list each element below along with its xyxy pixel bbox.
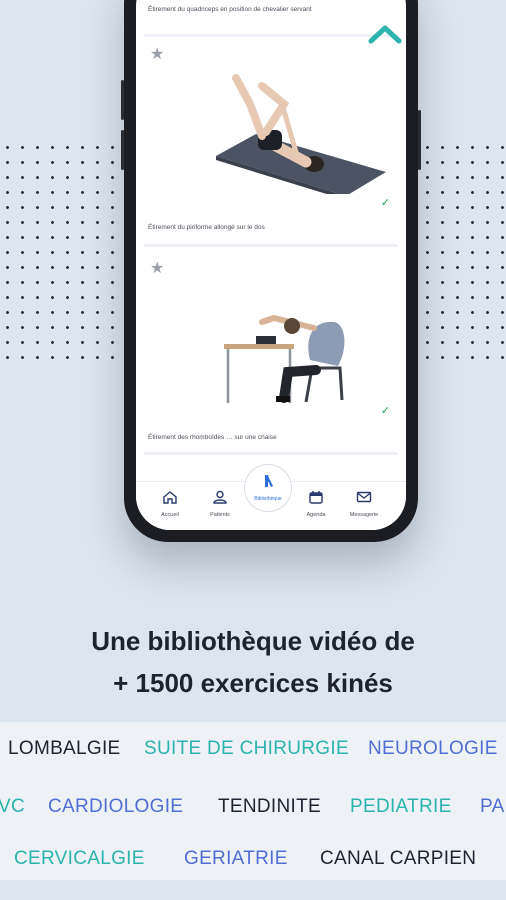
nav-item-agenda[interactable]: Agenda — [296, 490, 336, 518]
tag-suite-de-chirurgie: SUITE DE CHIRURGIE — [144, 738, 349, 759]
tag-cervicalgie: CERVICALGIE — [14, 848, 145, 869]
specialty-tags-band: LOMBALGIE SUITE DE CHIRURGIE NEUROLOGIE … — [0, 722, 506, 880]
tag-partial: PA — [480, 796, 505, 817]
phone-power-button — [418, 110, 421, 170]
tag-geriatrie: GERIATRIE — [184, 848, 288, 869]
tag-lombalgie: LOMBALGIE — [8, 738, 121, 759]
completed-check-icon: ✓ — [380, 197, 390, 209]
exercise-thumbnail — [216, 74, 386, 194]
nav-item-bibliotheque[interactable]: Bibliothèque — [244, 464, 292, 512]
nav-label: Agenda — [306, 512, 326, 518]
dot-pattern-right — [420, 140, 506, 365]
user-icon — [213, 490, 227, 504]
tag-canal-carpien: CANAL CARPIEN — [320, 848, 477, 869]
phone-mockup: ✓ Étirement du quadriceps en position de… — [121, 0, 421, 542]
nav-label: Messagerie — [349, 512, 379, 518]
phone-side-button — [121, 130, 124, 170]
home-icon — [163, 491, 177, 504]
tag-neurologie: NEUROLOGIE — [368, 738, 498, 759]
exercise-card[interactable]: ★ ✓ Étirement des rhomboïdes … sur une c… — [144, 252, 398, 455]
tag-pediatrie: PEDIATRIE — [350, 796, 452, 817]
tag-tendinite: TENDINITE — [218, 796, 321, 817]
exercise-title: Étirement des rhomboïdes … sur une chais… — [148, 434, 277, 441]
dot-pattern-left — [0, 140, 118, 365]
exercise-card[interactable]: ★ ✓ Étirement du piriforme allongé sur l… — [144, 38, 398, 247]
calendar-icon — [309, 491, 323, 504]
completed-check-icon: ✓ — [380, 405, 390, 417]
phone-side-button — [121, 80, 124, 120]
nav-item-accueil[interactable]: Accueil — [150, 490, 190, 518]
nav-label: Accueil — [161, 512, 179, 518]
headline-line-1: Une bibliothèque vidéo de — [91, 626, 415, 656]
favorite-star-icon[interactable]: ★ — [150, 258, 164, 278]
exercise-title: Étirement du piriforme allongé sur le do… — [148, 224, 265, 231]
tag-cardiologie: CARDIOLOGIE — [48, 796, 184, 817]
phone-screen: ✓ Étirement du quadriceps en position de… — [136, 0, 406, 530]
mail-icon — [356, 491, 372, 503]
library-icon — [265, 475, 273, 487]
exercise-thumbnail — [224, 314, 345, 403]
favorite-star-icon[interactable]: ★ — [150, 44, 164, 64]
nav-label: Bibliothèque — [254, 496, 282, 502]
exercise-title: Étirement du quadriceps en position de c… — [148, 6, 312, 13]
exercise-card[interactable]: ✓ Étirement du quadriceps en position de… — [144, 0, 398, 37]
nav-label: Patients — [210, 512, 230, 518]
headline-line-2: + 1500 exercices kinés — [113, 668, 393, 698]
nav-item-messagerie[interactable]: Messagerie — [344, 490, 384, 518]
tag-avc: VC — [0, 796, 25, 817]
bottom-nav-bar: Accueil Patients Bibliothèque Agenda Mes… — [136, 464, 406, 530]
nav-item-patients[interactable]: Patients — [200, 490, 240, 518]
